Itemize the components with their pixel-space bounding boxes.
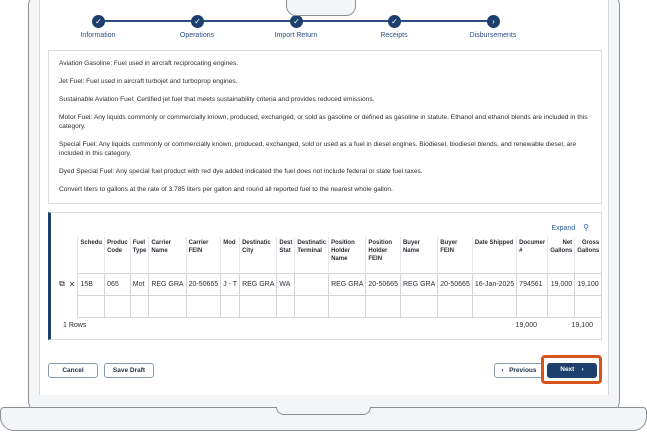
column-header[interactable]: Dest Stat [276, 237, 295, 273]
laptop-frame: ✓ ✓ ✓ ✓ › Information Operations Import … [0, 0, 647, 437]
definition-motor-fuel: Motor Fuel: Any liquids commonly or comm… [59, 114, 588, 130]
previous-label: Previous [509, 367, 537, 374]
table-header-row: Schedu Produc Code Fuel Type Carrier Nam… [57, 237, 602, 273]
cell-net-gallons[interactable]: 19,000 [547, 272, 576, 296]
delete-icon[interactable]: ✕ [67, 273, 78, 295]
empty-cell[interactable] [574, 294, 602, 318]
cancel-button[interactable]: Cancel [48, 363, 98, 378]
definition-jet-fuel: Jet Fuel: Fuel used in aircraft turbojet… [59, 78, 238, 85]
table-row[interactable]: ⧉ ✕ 15B 065 Mot REG GRA 20-50665 J - T R… [57, 272, 602, 296]
empty-cell[interactable] [220, 294, 241, 318]
chevron-right-icon: › [574, 366, 584, 373]
column-header[interactable]: Mod [220, 237, 240, 273]
cell-destination-terminal[interactable] [294, 272, 330, 296]
camera-notch [286, 0, 356, 16]
cell-destination-city[interactable]: REG GRA [239, 272, 278, 296]
save-draft-button[interactable]: Save Draft [104, 363, 154, 378]
column-header[interactable]: Schedu [77, 237, 105, 273]
copy-icon[interactable]: ⧉ [57, 273, 67, 295]
column-header[interactable]: Fuel Type [129, 237, 149, 273]
total-gross-gallons: 19,100 [571, 322, 593, 329]
total-net-gallons: 19,000 [515, 322, 537, 329]
table-row-empty[interactable] [57, 294, 602, 318]
disbursements-table-panel: Expand ⚲ Schedu Produc Code Fuel Type Ca… [48, 212, 602, 340]
column-header[interactable]: Destinatic City [239, 237, 277, 273]
column-header[interactable]: Carrier FEIN [185, 237, 221, 273]
next-label: Next [560, 366, 575, 373]
cell-position-holder-fein[interactable]: 20-50665 [365, 272, 401, 296]
column-header[interactable]: Position Holder FEIN [365, 237, 401, 273]
check-icon: ✓ [388, 15, 401, 28]
empty-cell[interactable] [129, 294, 150, 318]
step-disbursements[interactable]: Disbursements [443, 32, 543, 39]
column-header[interactable]: Produc Code [104, 237, 131, 273]
chevron-right-icon: › [487, 15, 500, 28]
expand-control[interactable]: Expand ⚲ [551, 223, 589, 232]
empty-cell[interactable] [547, 294, 576, 318]
row-count: 1 Rows [63, 322, 87, 329]
empty-cell[interactable] [437, 294, 473, 318]
chevron-left-icon: ‹ [501, 367, 510, 374]
empty-cell[interactable] [399, 294, 439, 318]
empty-cell[interactable] [148, 294, 187, 318]
conversion-note: Convert liters to gallons at the rate of… [59, 186, 393, 193]
cell-carrier-name[interactable]: REG GRA [148, 272, 187, 296]
definition-special-fuel: Special Fuel: Any liquids commonly or co… [59, 141, 577, 157]
step-receipts[interactable]: Receipts [344, 32, 444, 39]
expand-label[interactable]: Expand [551, 225, 575, 232]
cell-carrier-fein[interactable]: 20-50665 [185, 272, 222, 296]
empty-cell[interactable] [104, 294, 131, 318]
empty-cell[interactable] [185, 294, 222, 318]
check-icon: ✓ [290, 15, 303, 28]
next-button[interactable]: Next › [547, 363, 597, 378]
column-header[interactable]: Destinatic Terminal [294, 237, 329, 273]
cell-gross-gallons[interactable]: 19,100 [574, 272, 602, 296]
cell-position-holder-name[interactable]: REG GRA [328, 272, 367, 296]
empty-cell[interactable] [516, 294, 549, 318]
definition-sustainable-aviation-fuel: Sustainable Aviation Fuel: Certified jet… [59, 96, 375, 103]
row-actions-header [57, 237, 67, 273]
cell-destination-state[interactable]: WA [276, 272, 296, 296]
column-header[interactable]: Documer # [516, 237, 548, 273]
empty-cell[interactable] [365, 294, 401, 318]
empty-cell [67, 295, 78, 317]
filter-icon[interactable]: ⚲ [583, 223, 589, 232]
column-header[interactable]: Position Holder Name [328, 237, 366, 273]
row-actions-header [67, 237, 78, 273]
column-header[interactable]: Buyer Name [399, 237, 438, 273]
definition-dyed-special-fuel: Dyed Special Fuel: Any special fuel prod… [59, 168, 423, 175]
empty-cell[interactable] [471, 294, 518, 318]
step-operations[interactable]: Operations [147, 32, 247, 39]
empty-cell[interactable] [294, 294, 330, 318]
cell-buyer-fein[interactable]: 20-50665 [437, 272, 473, 296]
step-import-return[interactable]: Import Return [246, 32, 346, 39]
empty-cell[interactable] [276, 294, 296, 318]
column-header[interactable]: Buyer FEIN [437, 237, 473, 273]
cell-date-shipped[interactable]: 16-Jan-2025 [471, 272, 518, 296]
column-header[interactable]: Date Shipped [471, 237, 517, 273]
empty-cell[interactable] [239, 294, 278, 318]
empty-cell [57, 295, 67, 317]
cell-fuel-type[interactable]: Mot [129, 272, 150, 296]
column-header[interactable]: Gross Gallons [574, 237, 602, 273]
empty-cell[interactable] [328, 294, 367, 318]
check-icon: ✓ [191, 15, 204, 28]
fuel-definitions-panel: Aviation Gasoline: Fuel used in aircraft… [48, 50, 602, 204]
step-information[interactable]: Information [48, 32, 148, 39]
column-header[interactable]: Carrier Name [148, 237, 187, 273]
disbursements-table: Schedu Produc Code Fuel Type Carrier Nam… [57, 237, 602, 318]
definition-aviation-gasoline: Aviation Gasoline: Fuel used in aircraft… [59, 60, 239, 67]
cell-document-number[interactable]: 794561 [516, 272, 549, 296]
check-icon: ✓ [92, 15, 105, 28]
cell-buyer-name[interactable]: REG GRA [399, 272, 439, 296]
app-screen: ✓ ✓ ✓ ✓ › Information Operations Import … [39, 0, 609, 395]
cell-mode[interactable]: J - T [220, 272, 241, 296]
laptop-base-notch [276, 407, 371, 415]
column-header[interactable]: Net Gallons [547, 237, 575, 273]
cell-schedule[interactable]: 15B [77, 272, 106, 296]
empty-cell[interactable] [77, 294, 106, 318]
cell-product-code[interactable]: 065 [104, 272, 131, 296]
previous-button[interactable]: ‹ Previous [494, 363, 544, 378]
